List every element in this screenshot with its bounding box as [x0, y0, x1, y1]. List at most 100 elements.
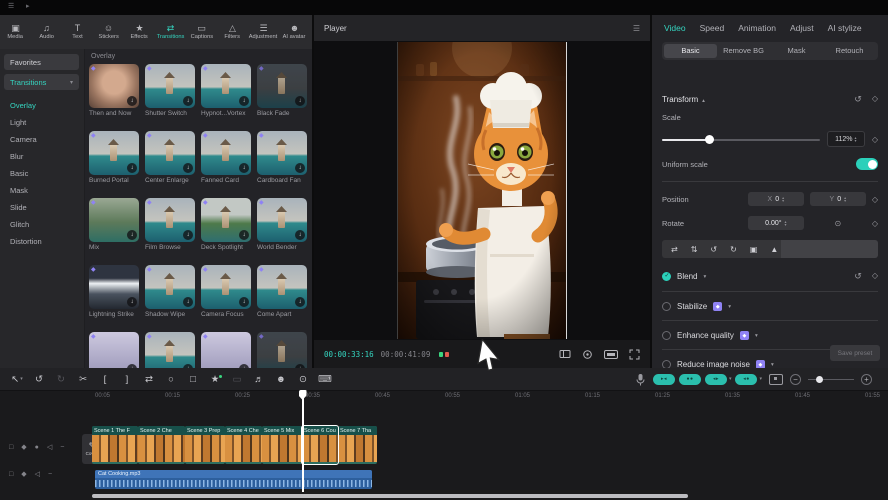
shortcuts-icon[interactable]: ⌨: [314, 374, 336, 385]
section-stabilize[interactable]: Stabilize◆▾: [662, 291, 878, 311]
download-icon[interactable]: ↓: [239, 230, 249, 240]
sidebar-item-glitch[interactable]: Glitch: [0, 216, 84, 233]
sidebar-item-overlay[interactable]: Overlay: [0, 97, 84, 114]
download-icon[interactable]: ↓: [127, 297, 137, 307]
ribbon-audio[interactable]: ♫Audio: [31, 23, 62, 41]
stepper-icon[interactable]: ▴▾: [844, 196, 846, 202]
sidebar-item-camera[interactable]: Camera: [0, 131, 84, 148]
stepper-icon[interactable]: ▴▾: [785, 220, 787, 226]
delete-left-icon[interactable]: [: [94, 374, 116, 385]
tab-adjust[interactable]: Adjust: [790, 23, 814, 33]
subtab-retouch[interactable]: Retouch: [823, 44, 876, 58]
rotate-icon[interactable]: ○: [160, 374, 182, 385]
auto-ripple-toggle[interactable]: ●●: [679, 374, 701, 385]
transition-thumb-hypnot-vortex[interactable]: ◆↓: [201, 64, 251, 108]
delete-right-icon[interactable]: ]: [116, 374, 138, 385]
transitions-dropdown[interactable]: Transitions ▾: [4, 74, 79, 90]
scale-slider[interactable]: [662, 134, 820, 144]
tab-animation[interactable]: Animation: [738, 23, 776, 33]
clip-scene-7-tha[interactable]: Scene 7 Tha: [338, 426, 377, 464]
crop-icon[interactable]: □: [182, 374, 204, 385]
download-icon[interactable]: ↓: [183, 297, 193, 307]
ribbon-captions[interactable]: ▭Captions: [186, 23, 217, 41]
track-lock-icon[interactable]: ●: [35, 444, 39, 452]
transition-thumb-fanned-card[interactable]: ◆↓: [201, 131, 251, 175]
zoom-out-icon[interactable]: −: [790, 374, 801, 385]
track-mute-icon[interactable]: ◁: [47, 444, 52, 452]
flip-horizontal-icon[interactable]: ⇄: [671, 245, 678, 254]
download-icon[interactable]: ↓: [183, 163, 193, 173]
transform-section-title[interactable]: Transform▴: [662, 95, 705, 104]
split-icon[interactable]: ✂: [72, 374, 94, 385]
player-options-icon[interactable]: ☰: [633, 24, 640, 33]
ribbon-filters[interactable]: △Filters: [217, 23, 248, 41]
play-icon[interactable]: ▸: [26, 2, 30, 10]
ribbon-stickers[interactable]: ☺Stickers: [93, 23, 124, 41]
clip-scene-4-che[interactable]: Scene 4 Che: [225, 426, 262, 464]
transition-thumb-partial[interactable]: ◆↓: [257, 332, 307, 368]
download-icon[interactable]: ↓: [295, 297, 305, 307]
ratio-icon[interactable]: [559, 349, 571, 359]
timeline-ruler[interactable]: 00:0500:1500:2500:3500:4500:5501:0501:15…: [0, 392, 888, 404]
sidebar-item-basic[interactable]: Basic: [0, 165, 84, 182]
enhance-quality-checkbox[interactable]: [662, 331, 671, 340]
tab-speed[interactable]: Speed: [700, 23, 725, 33]
transition-thumb-mix[interactable]: ◆↓: [89, 198, 139, 242]
download-icon[interactable]: ↓: [127, 96, 137, 106]
transition-thumb-lightning-strike[interactable]: ◆↓: [89, 265, 139, 309]
scale-keyframe-icon[interactable]: ◇: [872, 135, 878, 144]
flip-vertical-icon[interactable]: ⇅: [691, 245, 698, 254]
character-tool-icon[interactable]: ☻: [270, 374, 292, 385]
transition-thumb-burned-portal[interactable]: ◆↓: [89, 131, 139, 175]
microphone-icon[interactable]: [635, 373, 646, 386]
ribbon-text[interactable]: TText: [62, 23, 93, 41]
scale-value-field[interactable]: 112% ▴▾: [827, 131, 865, 147]
ribbon-effects[interactable]: ★Effects: [124, 23, 155, 41]
magnetic-snap-toggle[interactable]: ▸◂: [653, 374, 675, 385]
chevron-down-icon[interactable]: ▾: [20, 376, 23, 382]
stabilize-checkbox[interactable]: [662, 302, 671, 311]
position-y-field[interactable]: Y0 ▴▾: [810, 192, 866, 206]
timeline-scrollbar[interactable]: [92, 494, 688, 498]
mirror-icon[interactable]: ⇄: [138, 374, 160, 385]
audio-tool-icon[interactable]: ♬: [248, 374, 270, 385]
subtab-mask[interactable]: Mask: [770, 44, 823, 58]
download-icon[interactable]: ↓: [127, 163, 137, 173]
sidebar-item-slide[interactable]: Slide: [0, 199, 84, 216]
track-color-icon[interactable]: ◆: [21, 444, 26, 452]
transition-thumb-partial[interactable]: ◆↓: [89, 332, 139, 368]
stepper-icon[interactable]: ▴▾: [855, 136, 857, 142]
transition-thumb-cardboard-fan[interactable]: ◆↓: [257, 131, 307, 175]
video-frame[interactable]: [397, 42, 567, 339]
smart-tools-icon[interactable]: ★: [204, 374, 226, 385]
clip-scene-5-mix[interactable]: Scene 5 Mix: [262, 426, 302, 464]
tab-ai-stylize[interactable]: AI stylize: [828, 23, 862, 33]
audio-clip[interactable]: Cat Cooking.mp3: [95, 470, 372, 489]
blend-keyframe-icon[interactable]: ◇: [872, 271, 878, 282]
cursor-icon[interactable]: ▲: [770, 245, 778, 254]
quality-icon[interactable]: [604, 350, 618, 359]
fit-icon[interactable]: ▣: [750, 245, 758, 254]
track-collapse-icon[interactable]: −: [60, 444, 64, 452]
rotate-keyframe-icon[interactable]: ◇: [872, 219, 878, 228]
zoom-in-icon[interactable]: +: [861, 374, 872, 385]
download-icon[interactable]: ↓: [295, 230, 305, 240]
blend-checkbox[interactable]: [662, 272, 671, 281]
track-collapse-icon[interactable]: −: [48, 471, 52, 479]
download-icon[interactable]: ↓: [239, 163, 249, 173]
reset-icon[interactable]: ↺: [854, 94, 862, 105]
timeline-zoom-slider[interactable]: [808, 375, 854, 384]
menu-icon[interactable]: ☰: [8, 2, 14, 10]
playhead-line[interactable]: [302, 393, 304, 492]
preview-monitor-icon[interactable]: [769, 374, 783, 385]
download-icon[interactable]: ↓: [239, 96, 249, 106]
transition-thumb-camera-focus[interactable]: ◆↓: [201, 265, 251, 309]
section-enhance-quality[interactable]: Enhance quality◆▾: [662, 320, 878, 340]
reset-icon[interactable]: ↺: [854, 271, 862, 282]
stepper-icon[interactable]: ▴▾: [782, 196, 784, 202]
track-main-icon[interactable]: □: [9, 444, 13, 452]
track-color-icon[interactable]: ◆: [21, 471, 26, 479]
favorites-button[interactable]: Favorites: [4, 54, 79, 70]
sidebar-item-mask[interactable]: Mask: [0, 182, 84, 199]
transition-thumb-center-enlarge[interactable]: ◆↓: [145, 131, 195, 175]
